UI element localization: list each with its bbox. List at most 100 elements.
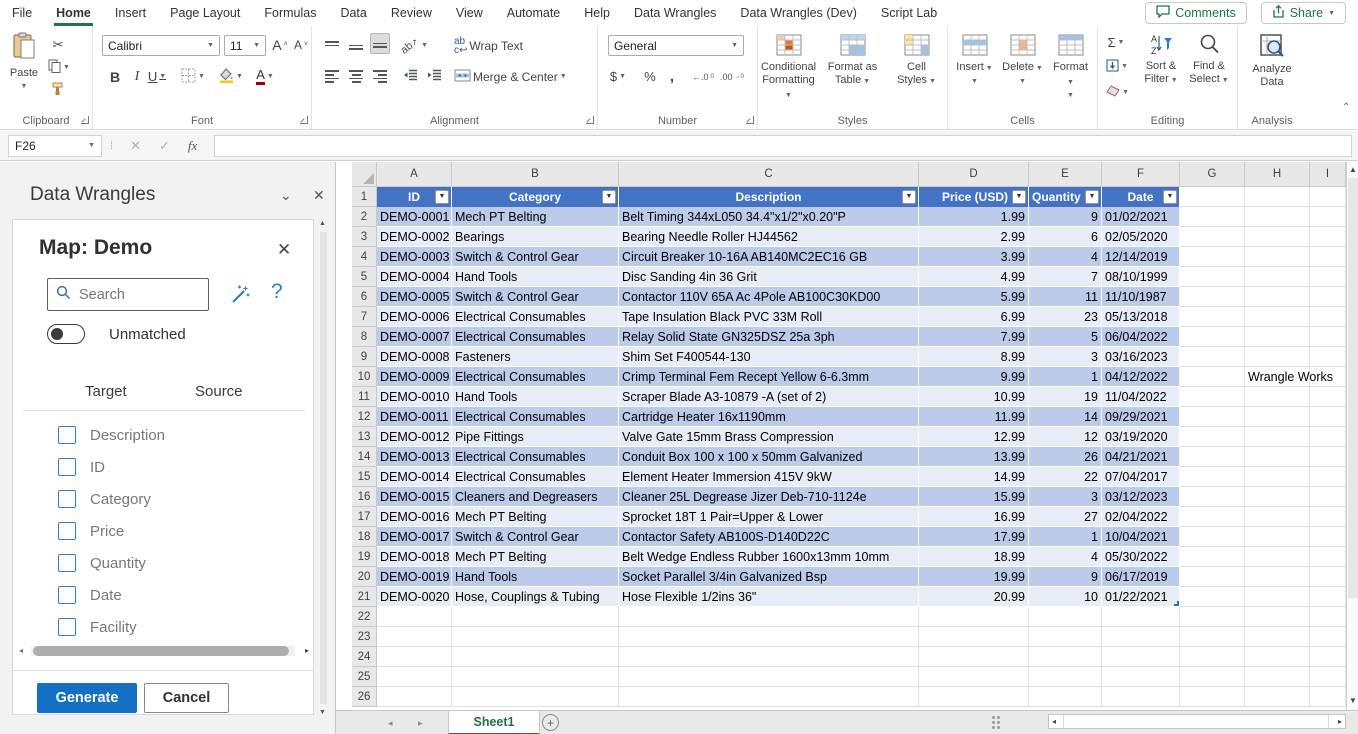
cell-E9[interactable]: 3 bbox=[1029, 347, 1102, 367]
cell-D1[interactable]: Price (USD)▼ bbox=[919, 187, 1029, 207]
cell-C26[interactable] bbox=[619, 687, 919, 707]
cell-B5[interactable]: Hand Tools bbox=[452, 267, 619, 287]
cell-I4[interactable] bbox=[1310, 247, 1346, 267]
dialog-hscrollbar[interactable]: ◂ ▸ bbox=[19, 644, 309, 658]
cell-C7[interactable]: Tape Insulation Black PVC 33M Roll bbox=[619, 307, 919, 327]
cell-B15[interactable]: Electrical Consumables bbox=[452, 467, 619, 487]
cell-A9[interactable]: DEMO-0008 bbox=[377, 347, 452, 367]
row-header-18[interactable]: 18 bbox=[352, 527, 377, 547]
cell-B21[interactable]: Hose, Couplings & Tubing bbox=[452, 587, 619, 607]
cell-F6[interactable]: 11/10/1987 bbox=[1102, 287, 1180, 307]
column-header-B[interactable]: B bbox=[452, 162, 619, 187]
cell-D5[interactable]: 4.99 bbox=[919, 267, 1029, 287]
cell-E10[interactable]: 1 bbox=[1029, 367, 1102, 387]
cell-F10[interactable]: 04/12/2022 bbox=[1102, 367, 1180, 387]
row-header-25[interactable]: 25 bbox=[352, 667, 377, 687]
format-as-table-button[interactable]: Format asTable ▼ bbox=[823, 27, 883, 115]
cell-G25[interactable] bbox=[1180, 667, 1245, 687]
cell-C22[interactable] bbox=[619, 607, 919, 627]
cell-A19[interactable]: DEMO-0018 bbox=[377, 547, 452, 567]
cell-B23[interactable] bbox=[452, 627, 619, 647]
cell-H11[interactable] bbox=[1245, 387, 1310, 407]
cell-D15[interactable]: 14.99 bbox=[919, 467, 1029, 487]
cell-B22[interactable] bbox=[452, 607, 619, 627]
font-color-button[interactable]: A ▼ bbox=[255, 66, 275, 87]
cell-C12[interactable]: Cartridge Heater 16x1190mm bbox=[619, 407, 919, 427]
cell-I15[interactable] bbox=[1310, 467, 1346, 487]
cell-I3[interactable] bbox=[1310, 227, 1346, 247]
ribbon-tab-formulas[interactable]: Formulas bbox=[252, 0, 328, 26]
sheet-nav-left-icon[interactable]: ◂ bbox=[388, 718, 393, 729]
cell-I2[interactable] bbox=[1310, 207, 1346, 227]
number-dialog-launcher[interactable] bbox=[746, 116, 754, 124]
cancel-button[interactable]: Cancel bbox=[144, 683, 229, 713]
pane-close-icon[interactable]: ✕ bbox=[313, 187, 325, 204]
cell-H14[interactable] bbox=[1245, 447, 1310, 467]
cell-B17[interactable]: Mech PT Belting bbox=[452, 507, 619, 527]
fill-button[interactable]: ▼ bbox=[1106, 56, 1128, 77]
pane-scrollbar[interactable]: ▲ ▼ bbox=[317, 220, 330, 716]
cell-A13[interactable]: DEMO-0012 bbox=[377, 427, 452, 447]
delete-button[interactable]: Delete ▼▼ bbox=[1002, 27, 1044, 115]
cell-B3[interactable]: Bearings bbox=[452, 227, 619, 247]
increase-font-button[interactable]: A˄ bbox=[270, 34, 290, 55]
tabbar-resize-handle[interactable] bbox=[992, 716, 995, 719]
cell-F3[interactable]: 02/05/2020 bbox=[1102, 227, 1180, 247]
name-box-splitter[interactable]: ⁞ bbox=[102, 140, 121, 152]
ribbon-tab-page-layout[interactable]: Page Layout bbox=[158, 0, 252, 26]
cell-I19[interactable] bbox=[1310, 547, 1346, 567]
cell-E20[interactable]: 9 bbox=[1029, 567, 1102, 587]
cell-G22[interactable] bbox=[1180, 607, 1245, 627]
ribbon-tab-file[interactable]: File bbox=[0, 0, 44, 26]
cell-I18[interactable] bbox=[1310, 527, 1346, 547]
cell-G21[interactable] bbox=[1180, 587, 1245, 607]
cell-F17[interactable]: 02/04/2022 bbox=[1102, 507, 1180, 527]
cell-B4[interactable]: Switch & Control Gear bbox=[452, 247, 619, 267]
cell-A22[interactable] bbox=[377, 607, 452, 627]
cell-H3[interactable] bbox=[1245, 227, 1310, 247]
cell-I21[interactable] bbox=[1310, 587, 1346, 607]
sheet-tab-active[interactable]: Sheet1 bbox=[448, 711, 540, 734]
column-header-H[interactable]: H bbox=[1245, 162, 1310, 187]
cell-B18[interactable]: Switch & Control Gear bbox=[452, 527, 619, 547]
sort-filter-button[interactable]: AZSort &Filter ▼ bbox=[1138, 26, 1184, 114]
cell-G13[interactable] bbox=[1180, 427, 1245, 447]
cell-E21[interactable]: 10 bbox=[1029, 587, 1102, 607]
alignment-dialog-launcher[interactable] bbox=[586, 116, 594, 124]
cell-D3[interactable]: 2.99 bbox=[919, 227, 1029, 247]
cell-F26[interactable] bbox=[1102, 687, 1180, 707]
filter-button-E1[interactable]: ▼ bbox=[1085, 190, 1099, 204]
increase-decimal-button[interactable]: ←.00 bbox=[692, 66, 714, 87]
cell-C16[interactable]: Cleaner 25L Degrease Jizer Deb-710-1124e bbox=[619, 487, 919, 507]
cell-F9[interactable]: 03/16/2023 bbox=[1102, 347, 1180, 367]
row-header-5[interactable]: 5 bbox=[352, 267, 377, 287]
wrap-text-button[interactable]: abc↩ Wrap Text bbox=[454, 35, 523, 56]
share-button[interactable]: Share ▼ bbox=[1261, 2, 1346, 24]
hscroll-thumb[interactable] bbox=[33, 646, 289, 656]
hscroll-left-arrow-icon[interactable]: ◂ bbox=[1052, 717, 1056, 726]
cell-D4[interactable]: 3.99 bbox=[919, 247, 1029, 267]
cell-G17[interactable] bbox=[1180, 507, 1245, 527]
cell-B1[interactable]: Category▼ bbox=[452, 187, 619, 207]
cell-D20[interactable]: 19.99 bbox=[919, 567, 1029, 587]
cell-G3[interactable] bbox=[1180, 227, 1245, 247]
field-checkbox-description[interactable] bbox=[58, 426, 76, 444]
cell-F12[interactable]: 09/29/2021 bbox=[1102, 407, 1180, 427]
cell-C10[interactable]: Crimp Terminal Fem Recept Yellow 6-6.3mm bbox=[619, 367, 919, 387]
cell-A24[interactable] bbox=[377, 647, 452, 667]
row-header-20[interactable]: 20 bbox=[352, 567, 377, 587]
cell-H25[interactable] bbox=[1245, 667, 1310, 687]
cell-D25[interactable] bbox=[919, 667, 1029, 687]
cell-A12[interactable]: DEMO-0011 bbox=[377, 407, 452, 427]
italic-button[interactable]: I bbox=[127, 66, 147, 87]
cell-D19[interactable]: 18.99 bbox=[919, 547, 1029, 567]
cell-D6[interactable]: 5.99 bbox=[919, 287, 1029, 307]
cell-I17[interactable] bbox=[1310, 507, 1346, 527]
cell-C4[interactable]: Circuit Breaker 10-16A AB140MC2EC16 GB bbox=[619, 247, 919, 267]
cell-G4[interactable] bbox=[1180, 247, 1245, 267]
row-header-9[interactable]: 9 bbox=[352, 347, 377, 367]
cell-A7[interactable]: DEMO-0006 bbox=[377, 307, 452, 327]
cell-A4[interactable]: DEMO-0003 bbox=[377, 247, 452, 267]
cell-I7[interactable] bbox=[1310, 307, 1346, 327]
row-header-22[interactable]: 22 bbox=[352, 607, 377, 627]
